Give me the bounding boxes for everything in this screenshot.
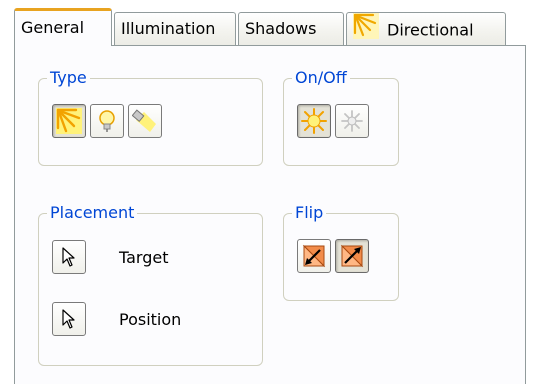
tab-directional[interactable]: Directional — [346, 12, 506, 45]
light-off-icon — [341, 110, 363, 132]
tab-general-label: General — [21, 18, 85, 37]
directional-light-icon — [353, 13, 379, 49]
flip-to-target-icon — [302, 244, 326, 268]
tab-shadows-label: Shadows — [245, 19, 317, 38]
tab-directional-label: Directional — [387, 20, 474, 40]
onoff-group: On/Off — [283, 68, 399, 166]
flip-to-source-icon — [340, 244, 364, 268]
light-on-icon — [301, 108, 327, 134]
light-off-button[interactable] — [335, 104, 369, 138]
flip-group-label: Flip — [292, 203, 327, 223]
placement-group: Placement Target Position — [38, 203, 263, 366]
position-label: Position — [119, 310, 182, 329]
placement-group-label: Placement — [47, 203, 138, 223]
position-select-button[interactable] — [52, 302, 86, 336]
spotlight-icon — [132, 109, 156, 132]
type-group: Type — [38, 68, 263, 166]
target-label: Target — [119, 248, 169, 267]
directional-light-button[interactable] — [52, 104, 86, 138]
point-light-button[interactable] — [90, 104, 124, 138]
light-properties-dialog: General Illumination Shadows Directional… — [0, 0, 538, 384]
point-light-bulb-icon — [99, 110, 115, 132]
light-on-button[interactable] — [297, 104, 331, 138]
select-arrow-icon — [62, 247, 75, 267]
spotlight-button[interactable] — [128, 104, 162, 138]
flip-group: Flip — [283, 203, 399, 301]
onoff-group-label: On/Off — [292, 68, 350, 88]
flip-to-target-button[interactable] — [297, 239, 331, 273]
target-select-button[interactable] — [52, 240, 86, 274]
tab-illumination[interactable]: Illumination — [114, 12, 236, 45]
select-arrow-icon — [62, 309, 75, 329]
flip-to-source-button[interactable] — [335, 239, 369, 273]
tab-general[interactable]: General — [14, 8, 112, 46]
directional-light-icon — [56, 108, 82, 134]
general-tab-panel: Type On/Off Placement Target Position Fl… — [14, 45, 526, 384]
type-group-label: Type — [47, 68, 90, 88]
tab-illumination-label: Illumination — [121, 19, 216, 38]
tab-shadows[interactable]: Shadows — [238, 12, 344, 45]
